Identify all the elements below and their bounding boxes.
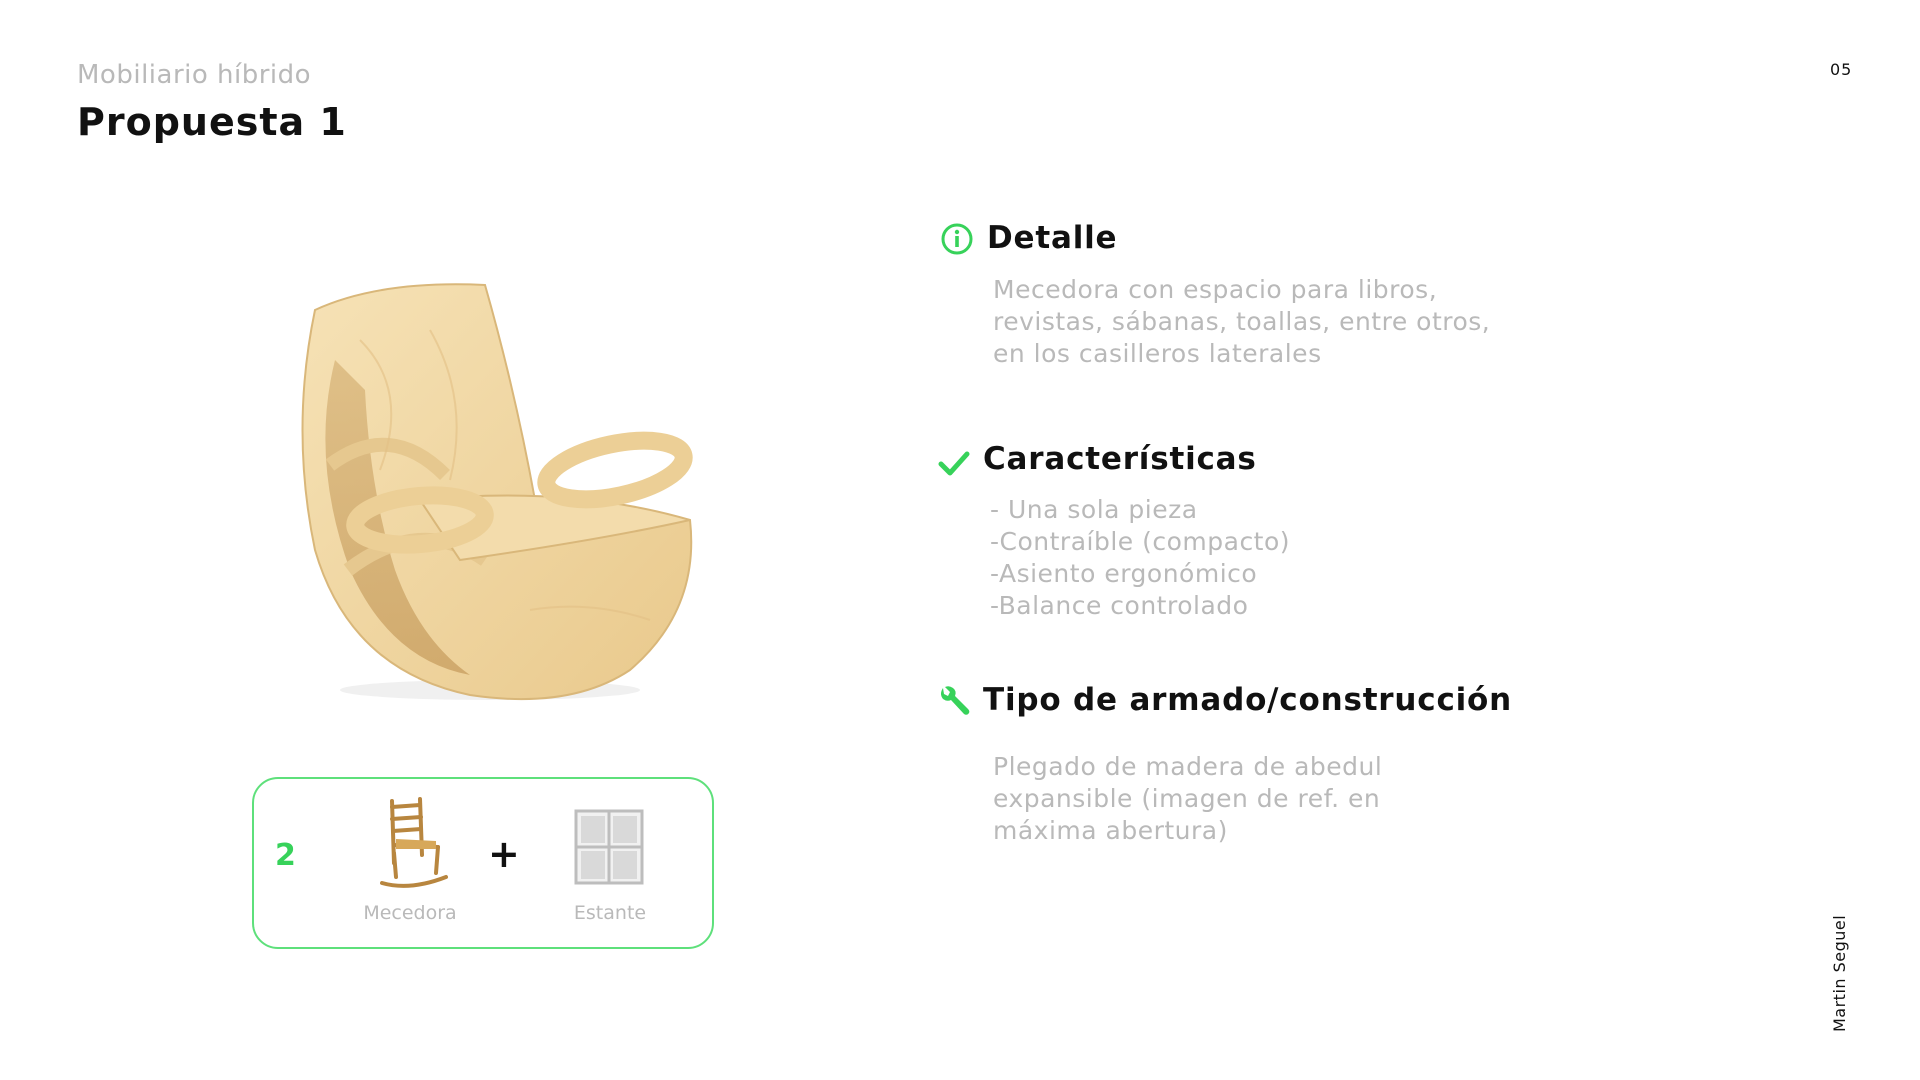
plus-sign: +	[488, 832, 520, 876]
rocking-chair-thumbnail	[380, 797, 448, 888]
info-icon	[941, 223, 973, 255]
body-line: revistas, sábanas, toallas, entre otros,	[993, 307, 1491, 336]
feature-item: -Contraíble (compacto)	[990, 527, 1291, 556]
check-icon	[938, 451, 970, 476]
body-line: Mecedora con espacio para libros,	[993, 275, 1438, 304]
section-title-detalle: Detalle	[987, 220, 1118, 256]
author-name: Martin Seguel	[1830, 914, 1849, 1032]
body-line: máxima abertura)	[993, 816, 1228, 845]
page-number: 05	[1830, 60, 1853, 79]
rocking-chair-caption: Mecedora	[363, 902, 457, 924]
wrench-icon	[941, 686, 970, 715]
page-title: Propuesta 1	[77, 100, 347, 144]
feature-item: -Balance controlado	[990, 591, 1249, 620]
feature-item: -Asiento ergonómico	[990, 559, 1258, 588]
feature-item: - Una sola pieza	[990, 495, 1198, 524]
body-line: Plegado de madera de abedul	[993, 752, 1383, 781]
section-body-armado: Plegado de madera de abedul expansible (…	[993, 751, 1382, 847]
shelf-caption: Estante	[573, 902, 647, 924]
cube-shelf-thumbnail	[574, 809, 644, 885]
section-body-detalle: Mecedora con espacio para libros, revist…	[993, 274, 1490, 370]
section-kicker: Mobiliario híbrido	[77, 60, 312, 90]
combination-number: 2	[275, 838, 296, 873]
section-body-caracteristicas: - Una sola pieza -Contraíble (compacto) …	[990, 494, 1290, 622]
section-title-caracteristicas: Características	[983, 441, 1257, 477]
body-line: expansible (imagen de ref. en	[993, 784, 1381, 813]
body-line: en los casilleros laterales	[993, 339, 1322, 368]
section-title-armado: Tipo de armado/construcción	[983, 682, 1513, 718]
rocking-chair-render	[301, 283, 693, 701]
